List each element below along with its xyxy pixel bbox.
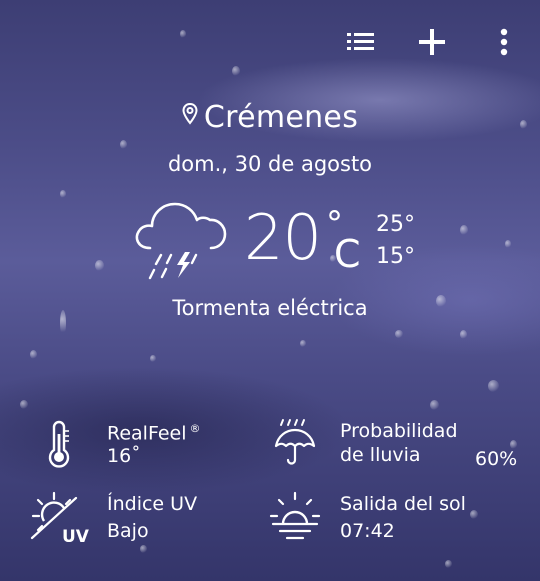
registered-mark: ® — [189, 422, 201, 435]
sunrise-icon — [268, 490, 322, 548]
uv-sun-icon: UV — [30, 490, 92, 550]
high-temperature: 25° — [376, 212, 415, 237]
realfeel-label: RealFeel ® — [107, 422, 201, 445]
current-temperature: 20 — [244, 201, 322, 274]
plus-icon[interactable] — [412, 22, 452, 62]
realfeel-value: 16˚ — [107, 445, 141, 467]
rain-probability-label-line2: de lluvia — [340, 444, 421, 466]
umbrella-rain-icon — [272, 416, 318, 474]
location-pin-icon — [182, 98, 198, 133]
sunrise-label: Salida del sol — [340, 493, 466, 515]
low-temperature: 15° — [376, 244, 415, 269]
rain-probability-label-line1: Probabilidad — [340, 420, 458, 442]
sunrise-value: 07:42 — [340, 520, 395, 542]
location-name: Crémenes — [203, 100, 359, 135]
thermometer-icon — [44, 420, 74, 472]
weather-condition: Tormenta eléctrica — [172, 296, 368, 320]
rain-probability-value: 60% — [475, 448, 518, 470]
uv-index-label: Índice UV — [107, 493, 198, 515]
svg-text:UV: UV — [62, 527, 90, 546]
list-icon[interactable] — [341, 22, 381, 62]
temperature-unit: C — [334, 232, 361, 276]
location-title[interactable]: Crémenes — [0, 100, 540, 136]
thunderstorm-rain-icon — [130, 192, 230, 286]
date-label: dom., 30 de agosto — [167, 152, 373, 176]
more-vert-icon[interactable] — [484, 22, 524, 62]
uv-index-value: Bajo — [107, 520, 149, 542]
